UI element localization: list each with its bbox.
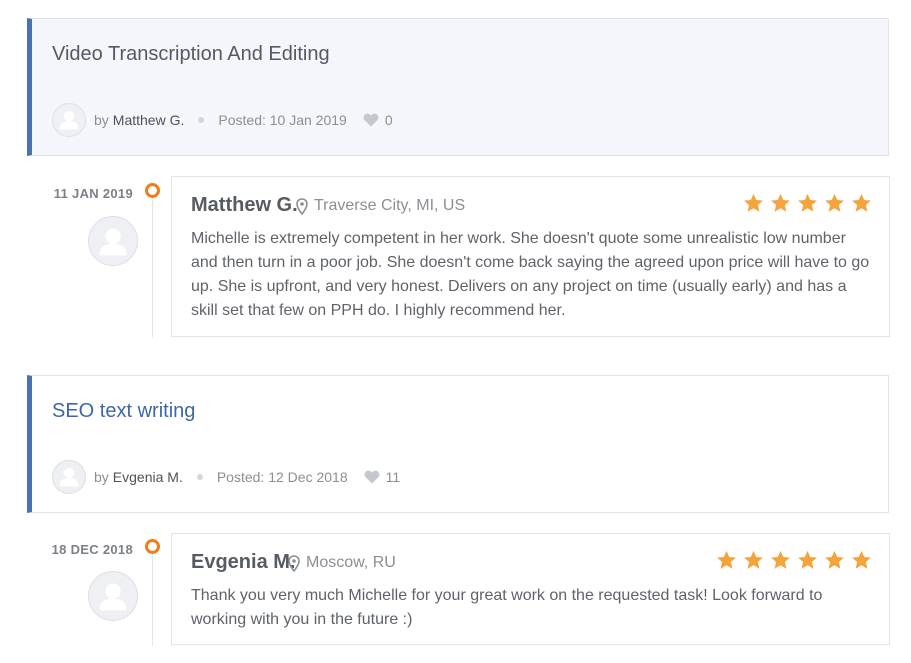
user-placeholder-icon (59, 468, 79, 487)
avatar[interactable] (52, 103, 86, 137)
star-icon (771, 193, 790, 212)
job-title[interactable]: Video Transcription And Editing (52, 43, 330, 66)
star-icon (717, 550, 736, 569)
star-icon (744, 550, 763, 569)
avatar[interactable] (88, 216, 138, 266)
avatar[interactable] (52, 460, 86, 494)
timeline-line (152, 554, 153, 646)
likes-count: 11 (385, 469, 401, 485)
star-icon (798, 193, 817, 212)
reviewer-name[interactable]: Matthew G. (191, 194, 298, 217)
heart-icon[interactable] (363, 113, 379, 127)
avatar[interactable] (88, 571, 138, 621)
posted-date: Posted: 12 Dec 2018 (216, 469, 348, 485)
timeline-dot (145, 183, 160, 198)
star-icon (744, 193, 763, 212)
review-date: 11 JAN 2019 (53, 186, 133, 201)
user-placeholder-icon (99, 228, 127, 256)
star-icon (852, 193, 871, 212)
rating-stars (737, 193, 872, 213)
star-icon (825, 550, 844, 569)
star-icon (798, 550, 817, 569)
review-card: Evgenia M. Moscow, RU Thank you very muc… (171, 533, 890, 645)
job-meta: by Matthew G. Posted: 10 Jan 2019 0 (52, 102, 393, 138)
job-meta: by Evgenia M. Posted: 12 Dec 2018 11 (52, 459, 400, 495)
star-icon (852, 550, 871, 569)
posted-date: Posted: 10 Jan 2019 (218, 112, 347, 128)
user-placeholder-icon (99, 583, 127, 611)
by-label: by (94, 469, 109, 485)
star-icon (771, 550, 790, 569)
reviewer-location: Moscow, RU (288, 554, 396, 572)
likes-count: 0 (384, 112, 393, 128)
separator-dot (198, 117, 205, 123)
job-card: SEO text writing by Evgenia M. Posted: 1… (27, 375, 889, 513)
map-pin-icon (296, 197, 308, 215)
review-text: Thank you very much Michelle for your gr… (191, 587, 823, 628)
star-icon (825, 193, 844, 212)
location-text: Moscow, RU (306, 554, 396, 571)
author-link[interactable]: Evgenia M. (113, 469, 183, 485)
timeline-line (152, 198, 153, 338)
user-placeholder-icon (59, 111, 79, 130)
reviewer-location: Traverse City, MI, US (296, 197, 465, 215)
rating-stars (710, 550, 872, 570)
review-text: Michelle is extremely competent in her w… (191, 230, 870, 319)
review-card: Matthew G. Traverse City, MI, US Michell… (171, 176, 890, 337)
heart-icon[interactable] (364, 470, 380, 484)
reviewer-name[interactable]: Evgenia M. (191, 551, 295, 574)
map-pin-icon (288, 554, 300, 572)
timeline-dot (145, 539, 160, 554)
location-text: Traverse City, MI, US (314, 197, 466, 214)
review-date: 18 DEC 2018 (51, 542, 133, 557)
separator-dot (196, 474, 203, 480)
author-link[interactable]: Matthew G. (113, 112, 185, 128)
by-label: by (94, 112, 109, 128)
job-card: Video Transcription And Editing by Matth… (27, 18, 889, 156)
job-title[interactable]: SEO text writing (52, 400, 195, 423)
